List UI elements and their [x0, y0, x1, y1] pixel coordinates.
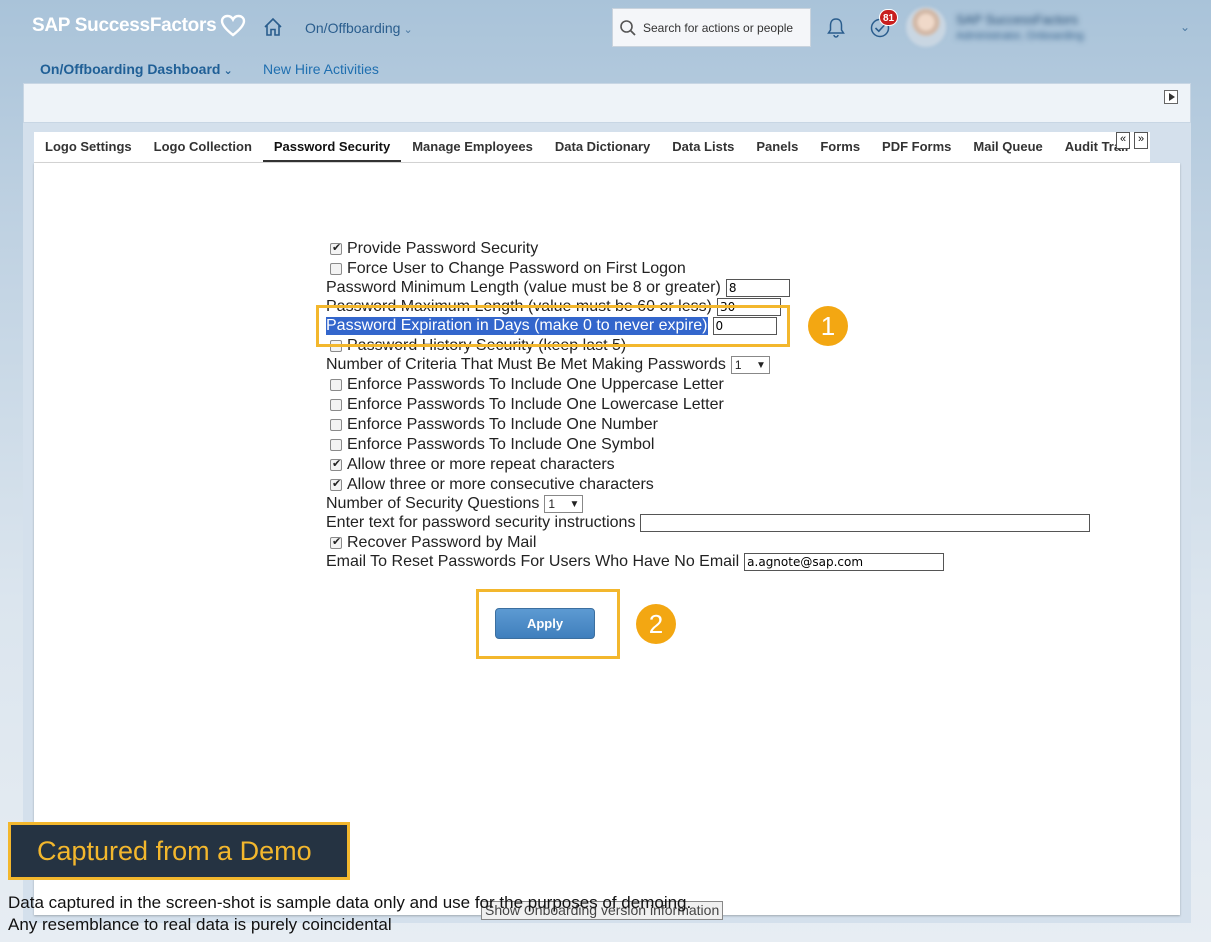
history-row: Password History Security (keep last 5): [330, 336, 626, 356]
recover-label: Recover Password by Mail: [347, 534, 537, 551]
user-title: Administrator, Onboarding: [956, 30, 1084, 42]
chevron-down-icon: ⌄: [403, 24, 413, 36]
search-box[interactable]: [612, 8, 811, 47]
notifications-bell-icon[interactable]: [826, 17, 846, 39]
repeat-label: Allow three or more repeat characters: [347, 456, 615, 473]
questions-label: Number of Security Questions: [326, 495, 540, 512]
tab-mail-queue[interactable]: Mail Queue: [962, 132, 1053, 162]
dropdown-arrow-icon: ▼: [569, 498, 580, 510]
chevron-down-icon: ⌄: [1179, 20, 1190, 34]
subnav-dashboard[interactable]: On/Offboarding Dashboard ⌄: [40, 61, 233, 77]
force-change-checkbox[interactable]: [330, 263, 342, 275]
heart-icon: [221, 14, 246, 37]
tab-bar: Logo Settings Logo Collection Password S…: [34, 132, 1150, 163]
criteria-value: 1: [734, 358, 742, 372]
repeat-checkbox[interactable]: [330, 457, 342, 471]
min-length-input[interactable]: [725, 279, 790, 297]
instructions-row: Enter text for password security instruc…: [326, 513, 1091, 533]
force-change-row: Force User to Change Password on First L…: [330, 259, 686, 279]
symbol-label: Enforce Passwords To Include One Symbol: [347, 436, 655, 453]
consecutive-row: Allow three or more consecutive characte…: [330, 475, 654, 495]
dropdown-arrow-icon: ▼: [755, 359, 766, 371]
tab-logo-collection[interactable]: Logo Collection: [143, 132, 263, 162]
disclaimer-line-1: Data captured in the screen-shot is samp…: [8, 893, 692, 912]
min-length-label: Password Minimum Length (value must be 8…: [326, 279, 721, 296]
tab-scroll-right-button[interactable]: »: [1134, 132, 1148, 149]
search-icon: [620, 19, 636, 36]
callout-number-1: 1: [808, 306, 848, 346]
logo-text: SAP SuccessFactors: [32, 15, 217, 36]
max-length-label: Password Maximum Length (value must be 6…: [326, 298, 712, 315]
reset-email-label: Email To Reset Passwords For Users Who H…: [326, 553, 740, 570]
callout-number-2: 2: [636, 604, 676, 644]
todo-count-badge: 81: [879, 9, 899, 26]
force-change-label: Force User to Change Password on First L…: [347, 260, 686, 277]
tab-panels[interactable]: Panels: [745, 132, 809, 162]
expiration-row: Password Expiration in Days (make 0 to n…: [326, 316, 777, 336]
provide-security-label: Provide Password Security: [347, 240, 539, 257]
disclaimer-line-2: Any resemblance to real data is purely c…: [8, 915, 392, 934]
history-label: Password History Security (keep last 5): [347, 337, 627, 354]
module-label: On/Offboarding: [305, 20, 401, 36]
tab-scroll-left-button[interactable]: «: [1116, 132, 1130, 149]
home-icon[interactable]: [262, 16, 284, 38]
module-menu[interactable]: On/Offboarding ⌄: [305, 20, 413, 36]
consecutive-checkbox[interactable]: [330, 477, 342, 491]
provide-security-row: Provide Password Security: [330, 239, 538, 259]
tab-password-security[interactable]: Password Security: [262, 132, 402, 162]
questions-select[interactable]: 1 ▼: [544, 495, 584, 513]
criteria-row: Number of Criteria That Must Be Met Maki…: [326, 355, 770, 375]
lowercase-label: Enforce Passwords To Include One Lowerca…: [347, 396, 724, 413]
reset-email-input[interactable]: [744, 553, 945, 571]
tab-forms[interactable]: Forms: [809, 132, 871, 162]
number-label: Enforce Passwords To Include One Number: [347, 416, 658, 433]
repeat-row: Allow three or more repeat characters: [330, 455, 615, 475]
recover-row: Recover Password by Mail: [330, 533, 536, 553]
user-info: SAP SuccessFactors Administrator, Onboar…: [956, 12, 1084, 42]
criteria-select[interactable]: 1 ▼: [730, 356, 770, 374]
reset-email-row: Email To Reset Passwords For Users Who H…: [326, 552, 945, 572]
uppercase-row: Enforce Passwords To Include One Upperca…: [330, 375, 724, 395]
number-checkbox[interactable]: [330, 419, 342, 431]
tab-pdf-forms[interactable]: PDF Forms: [871, 132, 962, 162]
symbol-checkbox[interactable]: [330, 439, 342, 451]
tab-logo-settings[interactable]: Logo Settings: [34, 132, 143, 162]
symbol-row: Enforce Passwords To Include One Symbol: [330, 435, 654, 455]
history-checkbox[interactable]: [330, 340, 342, 352]
consecutive-label: Allow three or more consecutive characte…: [347, 476, 654, 493]
avatar: [906, 7, 946, 47]
demo-banner: Captured from a Demo: [8, 822, 350, 880]
user-name: SAP SuccessFactors: [956, 12, 1078, 27]
shell-bar: SAP SuccessFactors On/Offboarding⌄ 81 SA…: [0, 0, 1211, 55]
lowercase-row: Enforce Passwords To Include One Lowerca…: [330, 395, 724, 415]
provide-security-checkbox[interactable]: [330, 241, 342, 255]
min-length-row: Password Minimum Length (value must be 8…: [326, 278, 790, 298]
tab-data-lists[interactable]: Data Lists: [661, 132, 745, 162]
max-length-row: Password Maximum Length (value must be 6…: [326, 297, 781, 317]
subnav-new-hire-activities[interactable]: New Hire Activities: [263, 61, 379, 77]
uppercase-checkbox[interactable]: [330, 379, 342, 391]
expiration-input[interactable]: [712, 317, 777, 335]
number-row: Enforce Passwords To Include One Number: [330, 415, 658, 435]
search-input[interactable]: [643, 20, 803, 35]
tab-manage-employees[interactable]: Manage Employees: [401, 132, 544, 162]
content-toolbar: [23, 83, 1191, 123]
apply-button[interactable]: Apply: [495, 608, 595, 639]
questions-row: Number of Security Questions 1 ▼: [326, 494, 584, 514]
recover-checkbox[interactable]: [330, 535, 342, 549]
user-menu[interactable]: SAP SuccessFactors Administrator, Onboar…: [906, 6, 1196, 48]
sap-successfactors-logo[interactable]: SAP SuccessFactors: [32, 14, 246, 38]
max-length-input[interactable]: [716, 298, 781, 316]
chevron-down-icon: ⌄: [223, 65, 233, 77]
instructions-label: Enter text for password security instruc…: [326, 514, 636, 531]
uppercase-label: Enforce Passwords To Include One Upperca…: [347, 376, 724, 393]
play-icon[interactable]: [1164, 90, 1178, 104]
subnav-dashboard-label: On/Offboarding Dashboard: [40, 61, 221, 77]
instructions-input[interactable]: [640, 514, 1091, 532]
lowercase-checkbox[interactable]: [330, 399, 342, 411]
tab-data-dictionary[interactable]: Data Dictionary: [544, 132, 661, 162]
criteria-label: Number of Criteria That Must Be Met Maki…: [326, 356, 726, 373]
expiration-label: Password Expiration in Days (make 0 to n…: [326, 317, 708, 335]
questions-value: 1: [548, 497, 556, 511]
